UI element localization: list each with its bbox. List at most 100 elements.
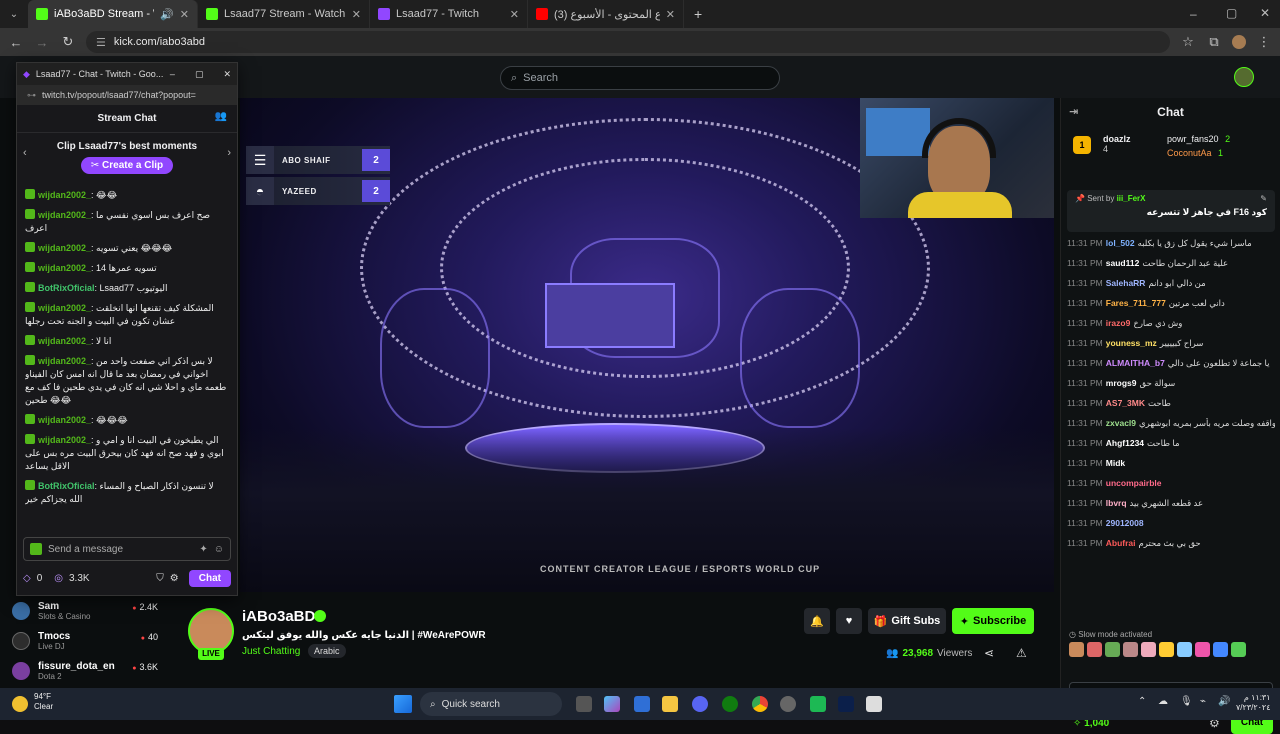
close-window-icon[interactable]: ✕ bbox=[1260, 6, 1270, 20]
task-view-icon[interactable] bbox=[576, 696, 592, 712]
notification-bell-button[interactable]: 🔔 bbox=[804, 608, 830, 634]
message-username[interactable]: Ahgf1234 bbox=[1106, 438, 1144, 448]
emote[interactable] bbox=[1087, 642, 1102, 657]
message-username[interactable]: BotRixOficial bbox=[38, 481, 95, 491]
sidebar-channel-sam[interactable]: Sam Slots & Casino 2.4K bbox=[0, 596, 170, 626]
collapse-chat-icon[interactable]: ⇥ bbox=[1069, 105, 1078, 118]
streamer-name[interactable]: iABo3aBD bbox=[242, 608, 315, 625]
weather-widget[interactable]: 94°F Clear bbox=[34, 692, 53, 712]
message-username[interactable]: lbvrq bbox=[1106, 498, 1127, 508]
language-tag[interactable]: Arabic bbox=[308, 644, 346, 658]
profile-avatar[interactable] bbox=[1232, 35, 1246, 49]
tab-audio-icon[interactable]: 🔊 bbox=[160, 8, 174, 21]
message-username[interactable]: Abufrai bbox=[1106, 538, 1136, 548]
chrome-icon[interactable] bbox=[752, 696, 768, 712]
message-username[interactable]: youness_mz bbox=[1106, 338, 1157, 348]
message-username[interactable]: irazo9 bbox=[1106, 318, 1131, 328]
emote[interactable] bbox=[1177, 642, 1192, 657]
file-explorer-icon[interactable] bbox=[662, 696, 678, 712]
settings-icon[interactable]: ⚙ bbox=[170, 573, 179, 584]
leader-1[interactable]: 1 doazlz 4 bbox=[1073, 134, 1131, 154]
store-icon[interactable] bbox=[634, 696, 650, 712]
reload-icon[interactable]: ↻ bbox=[60, 34, 76, 50]
browser-menu-icon[interactable]: ⋮ bbox=[1256, 34, 1272, 50]
extensions-icon[interactable]: ⧉ bbox=[1206, 34, 1222, 50]
message-username[interactable]: wijdan2002_ bbox=[38, 263, 91, 273]
app-icon[interactable] bbox=[810, 696, 826, 712]
tab-close-icon[interactable]: ✕ bbox=[180, 8, 189, 21]
message-username[interactable]: wijdan2002_ bbox=[38, 336, 91, 346]
network-icon[interactable]: ⌁ bbox=[1200, 696, 1206, 707]
tab-youtube-league[interactable]: (3) دوري صناع المحتوى - الأسبوع ✕ bbox=[528, 0, 684, 28]
discord-icon[interactable] bbox=[692, 696, 708, 712]
message-username[interactable]: Midk bbox=[1106, 458, 1125, 468]
report-icon[interactable]: ⚠ bbox=[1016, 646, 1027, 660]
message-username[interactable]: mrogs9 bbox=[1106, 378, 1137, 388]
community-icon[interactable]: 👥 bbox=[215, 111, 227, 122]
message-username[interactable]: wijdan2002_ bbox=[38, 303, 91, 313]
channel-points-icon[interactable]: ◎ bbox=[54, 573, 63, 584]
subscribe-button[interactable]: ✦ Subscribe bbox=[952, 608, 1034, 634]
tab-close-icon[interactable]: ✕ bbox=[510, 8, 519, 21]
tab-twitch-lsaad77[interactable]: Lsaad77 - Twitch ✕ bbox=[370, 0, 528, 28]
message-username[interactable]: wijdan2002_ bbox=[38, 415, 91, 425]
emote[interactable] bbox=[1195, 642, 1210, 657]
message-username[interactable]: uncompairble bbox=[1106, 478, 1162, 488]
minimize-window-icon[interactable]: – bbox=[1190, 7, 1197, 21]
create-clip-button[interactable]: ✂ Create a Clip bbox=[80, 157, 174, 174]
notepad-icon[interactable] bbox=[866, 696, 882, 712]
search-bar[interactable]: ⌕ Search bbox=[500, 66, 780, 90]
microphone-icon[interactable]: 🎙 bbox=[1180, 696, 1193, 707]
emote[interactable] bbox=[1123, 642, 1138, 657]
next-arrow-icon[interactable]: › bbox=[227, 147, 231, 159]
twitch-chat-input[interactable]: Send a message ✦ ☺ bbox=[23, 537, 231, 561]
volume-icon[interactable]: 🔊 bbox=[1218, 696, 1230, 707]
message-username[interactable]: wijdan2002_ bbox=[38, 435, 91, 445]
message-username[interactable]: AS7_3MK bbox=[1106, 398, 1145, 408]
tab-close-icon[interactable]: ✕ bbox=[352, 8, 361, 21]
message-username[interactable]: Fares_711_777 bbox=[1106, 298, 1166, 308]
clear-icon[interactable]: ✦ bbox=[199, 544, 207, 555]
message-username[interactable]: wijdan2002_ bbox=[38, 356, 91, 366]
message-username[interactable]: wijdan2002_ bbox=[38, 190, 91, 200]
message-username[interactable]: lol_502 bbox=[1106, 238, 1135, 248]
follow-button[interactable]: ♥ bbox=[836, 608, 862, 634]
maximize-icon[interactable]: ▢ bbox=[195, 69, 204, 80]
category-link[interactable]: Just Chatting bbox=[242, 646, 300, 657]
tray-app-icon[interactable]: ☁ bbox=[1158, 696, 1168, 707]
message-username[interactable]: zxvacl9 bbox=[1106, 418, 1136, 428]
emote[interactable] bbox=[1069, 642, 1084, 657]
bits-icon[interactable]: ◇ bbox=[23, 573, 31, 584]
gift-subs-button[interactable]: 🎁 Gift Subs bbox=[868, 608, 946, 634]
forward-icon[interactable]: → bbox=[34, 35, 50, 50]
sidebar-channel-fissure[interactable]: fissure_dota_en Dota 2 3.6K bbox=[0, 656, 170, 686]
message-username[interactable]: 29012008 bbox=[1106, 518, 1144, 528]
emote[interactable] bbox=[1159, 642, 1174, 657]
leader-2[interactable]: powr_fans20 2 bbox=[1167, 134, 1230, 144]
bookmark-star-icon[interactable]: ☆ bbox=[1180, 34, 1196, 50]
sidebar-channel-tmocs[interactable]: Tmocs Live DJ 40 bbox=[0, 626, 170, 656]
message-username[interactable]: ALMAITHA_b7 bbox=[1106, 358, 1165, 368]
minimize-icon[interactable]: – bbox=[170, 69, 175, 79]
site-info-icon[interactable]: ☰ bbox=[96, 36, 106, 49]
share-icon[interactable]: ⋖ bbox=[984, 646, 994, 660]
restore-window-icon[interactable]: ▢ bbox=[1226, 6, 1237, 20]
emote[interactable] bbox=[1213, 642, 1228, 657]
user-avatar[interactable] bbox=[1234, 67, 1254, 87]
tab-close-icon[interactable]: ✕ bbox=[666, 8, 675, 21]
new-tab-button[interactable]: + bbox=[684, 6, 702, 22]
message-username[interactable]: SalehaRR bbox=[1106, 278, 1146, 288]
emote[interactable] bbox=[1105, 642, 1120, 657]
tray-chevron-icon[interactable]: ⌃ bbox=[1138, 696, 1146, 707]
close-icon[interactable]: ✕ bbox=[223, 69, 231, 80]
tab-list-icon[interactable]: ⌄ bbox=[0, 9, 28, 20]
tab-kick-iabo3abd[interactable]: iABo3aBD Stream - Watch L 🔊 ✕ bbox=[28, 0, 198, 28]
xbox-icon[interactable] bbox=[722, 696, 738, 712]
emote-picker-icon[interactable]: ☺ bbox=[214, 544, 224, 555]
taskbar-clock[interactable]: ١١:٣١ م ٧/٢٣/٢٠٢٤ bbox=[1236, 693, 1271, 713]
emote[interactable] bbox=[1141, 642, 1156, 657]
shield-icon[interactable]: ⛉ bbox=[156, 573, 164, 584]
start-icon[interactable] bbox=[394, 695, 412, 713]
message-username[interactable]: wijdan2002_ bbox=[38, 210, 91, 220]
url-input[interactable]: ☰ kick.com/iabo3abd bbox=[86, 31, 1170, 53]
